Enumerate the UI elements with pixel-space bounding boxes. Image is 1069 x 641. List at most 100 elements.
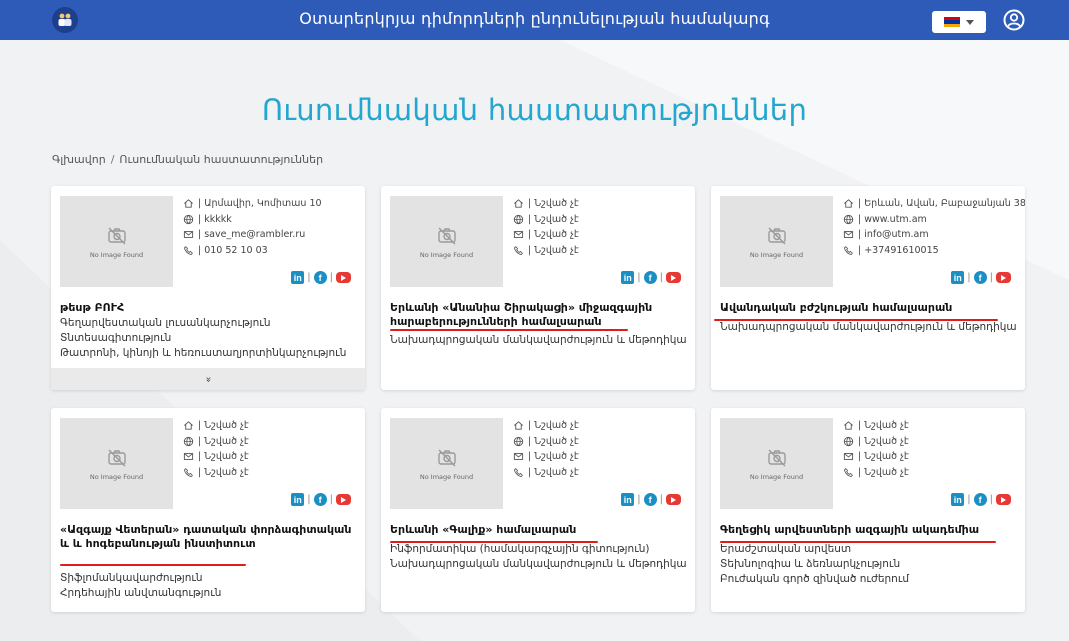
linkedin-icon[interactable]: in: [621, 271, 635, 284]
specialty-item: Նախադպրոցական մանկավարժություն և մեթոդիկ…: [390, 558, 687, 570]
social-links: in | f |: [951, 493, 1011, 506]
divider: |: [989, 494, 993, 505]
email-row[interactable]: | Նշված չէ: [513, 227, 579, 243]
email-row[interactable]: | Նշված չէ: [183, 449, 249, 465]
divider: |: [637, 272, 641, 283]
phone-text: | Նշված չէ: [528, 466, 579, 478]
institution-name-text[interactable]: «Ազգայք Վետերան» դատական փորձագիտական և …: [60, 523, 351, 550]
website-text[interactable]: | Նշված չէ: [528, 434, 579, 450]
expand-button[interactable]: »: [51, 368, 365, 390]
youtube-icon[interactable]: [666, 272, 681, 283]
phone-icon: [184, 245, 193, 255]
home-icon: [514, 421, 523, 430]
institution-name-text[interactable]: Երևանի «Գալիք» համալսարան: [390, 523, 576, 536]
institution-name-text[interactable]: Գեղեցիկ արվեստների ազգային ակադեմիա: [720, 523, 979, 536]
institution-name[interactable]: Ավանդական բժշկության համալսարան: [714, 301, 1016, 321]
divider: |: [307, 494, 311, 505]
home-icon: [844, 421, 853, 430]
app-title: Օտարերկրյա դիմորդների ընդունելության համ…: [299, 9, 770, 28]
user-profile-icon[interactable]: [1003, 9, 1025, 31]
institution-name-text[interactable]: թեսթ ԲՈՒՀ: [60, 301, 124, 314]
mail-icon: [843, 453, 854, 461]
website-row[interactable]: | Նշված չէ: [843, 434, 909, 450]
youtube-icon[interactable]: [336, 272, 351, 283]
breadcrumb-home-link[interactable]: Գլխավոր: [52, 153, 106, 166]
linkedin-icon[interactable]: in: [621, 493, 635, 506]
institution-card[interactable]: No Image Found | Երևան, Ավան, Բաբաջանյան …: [711, 186, 1025, 390]
no-image-camera-icon: [767, 227, 786, 244]
email-text[interactable]: | info@utm.am: [858, 227, 929, 243]
youtube-icon[interactable]: [996, 494, 1011, 505]
institution-name[interactable]: թեսթ ԲՈՒՀ: [60, 301, 356, 315]
home-icon: [844, 199, 853, 208]
specialty-item: Տիֆլոմանկավարժություն: [60, 572, 203, 584]
facebook-icon[interactable]: f: [643, 493, 657, 506]
email-text[interactable]: | save_me@rambler.ru: [198, 227, 305, 243]
email-text[interactable]: | Նշված չէ: [528, 449, 579, 465]
institution-card[interactable]: No Image Found | Նշված չէ | Նշված չէ | Նշվա…: [381, 186, 695, 390]
website-text[interactable]: | kkkkk: [198, 212, 232, 228]
institution-name[interactable]: Գեղեցիկ արվեստների ազգային ակադեմիա: [720, 523, 1016, 543]
linkedin-icon[interactable]: in: [951, 493, 965, 506]
email-row[interactable]: | save_me@rambler.ru: [183, 227, 322, 243]
no-image-label: No Image Found: [419, 250, 474, 259]
globe-icon: [843, 436, 854, 446]
institution-card[interactable]: No Image Found | Նշված չէ | Նշված չէ | Նշվա…: [381, 408, 695, 612]
linkedin-icon[interactable]: in: [291, 493, 305, 506]
facebook-icon[interactable]: f: [313, 493, 327, 506]
social-links: in | f |: [951, 271, 1011, 284]
website-text[interactable]: | Նշված չէ: [858, 434, 909, 450]
language-selector[interactable]: [932, 11, 986, 33]
specialty-list: Գեղարվեստական լուսանկարչություն Տնտեսագիտ…: [60, 316, 360, 361]
institution-name[interactable]: Երևանի «Անանիա Շիրակացի» միջազգային հարա…: [390, 301, 686, 331]
social-links: in | f |: [621, 271, 681, 284]
linkedin-icon[interactable]: in: [291, 271, 305, 284]
institution-image-placeholder: No Image Found: [390, 418, 503, 509]
email-row[interactable]: | info@utm.am: [843, 227, 1025, 243]
institution-card[interactable]: No Image Found | Նշված չէ | Նշված չէ | Նշվա…: [711, 408, 1025, 612]
social-links: in | f |: [291, 493, 351, 506]
social-links: in | f |: [621, 493, 681, 506]
home-icon: [514, 199, 523, 208]
mail-icon: [183, 231, 194, 239]
youtube-icon[interactable]: [666, 494, 681, 505]
website-row[interactable]: | www.utm.am: [843, 212, 1025, 228]
institution-image-placeholder: No Image Found: [60, 418, 173, 509]
email-text[interactable]: | Նշված չէ: [858, 449, 909, 465]
address-text: | Երևան, Ավան, Բաբաջանյան 38: [858, 198, 1025, 209]
facebook-icon[interactable]: f: [643, 271, 657, 284]
facebook-icon[interactable]: f: [313, 271, 327, 284]
phone-icon: [514, 467, 523, 477]
website-row[interactable]: | Նշված չէ: [513, 434, 579, 450]
address-row: | Նշված չէ: [843, 418, 909, 434]
institution-name[interactable]: «Ազգայք Վետերան» դատական փորձագիտական և …: [60, 523, 356, 566]
youtube-icon[interactable]: [996, 272, 1011, 283]
website-text[interactable]: | Նշված չէ: [198, 434, 249, 450]
linkedin-icon[interactable]: in: [951, 271, 965, 284]
phone-row: | Նշված չէ: [513, 243, 579, 259]
website-text[interactable]: | www.utm.am: [858, 212, 927, 228]
facebook-icon[interactable]: f: [973, 493, 987, 506]
institution-card[interactable]: No Image Found | Արմավիր, Կոմիտաս 10 | kkk…: [51, 186, 365, 390]
website-row[interactable]: | Նշված չէ: [183, 434, 249, 450]
no-image-label: No Image Found: [419, 472, 474, 481]
institution-name-text[interactable]: Երևանի «Անանիա Շիրակացի» միջազգային հարա…: [390, 301, 652, 328]
institution-card[interactable]: No Image Found | Նշված չէ | Նշված չէ | Նշվա…: [51, 408, 365, 612]
website-text[interactable]: | Նշված չէ: [528, 212, 579, 228]
facebook-icon[interactable]: f: [973, 271, 987, 284]
globe-icon: [513, 214, 524, 224]
email-row[interactable]: | Նշված չէ: [843, 449, 909, 465]
email-row[interactable]: | Նշված չէ: [513, 449, 579, 465]
website-row[interactable]: | Նշված չէ: [513, 212, 579, 228]
email-text[interactable]: | Նշված չէ: [198, 449, 249, 465]
specialty-item: Բուժական գործ զինված ուժերում: [720, 573, 910, 585]
email-text[interactable]: | Նշված չէ: [528, 227, 579, 243]
red-underline-annotation: [390, 329, 628, 331]
institution-name-text[interactable]: Ավանդական բժշկության համալսարան: [720, 301, 952, 314]
institution-name[interactable]: Երևանի «Գալիք» համալսարան: [390, 523, 686, 543]
youtube-icon[interactable]: [336, 494, 351, 505]
specialty-item: Հրդեհային անվտանգություն: [60, 587, 222, 599]
address-row: | Նշված չէ: [513, 196, 579, 212]
red-underline-annotation: [60, 564, 246, 566]
website-row[interactable]: | kkkkk: [183, 212, 322, 228]
